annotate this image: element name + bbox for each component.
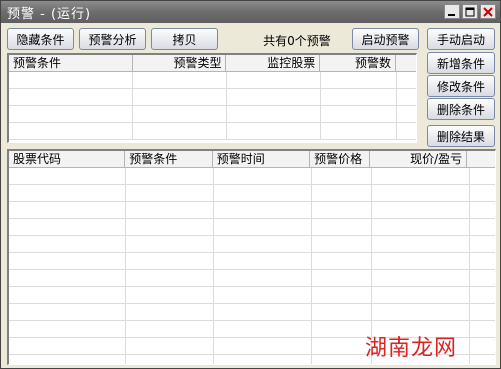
- table-row: [9, 72, 416, 89]
- close-button[interactable]: [480, 4, 496, 19]
- table-row: [9, 106, 416, 123]
- col-filler: [467, 151, 495, 168]
- maximize-icon: [465, 7, 475, 16]
- conditions-table-header: 预警条件 预警类型 监控股票 预警数: [9, 55, 416, 72]
- manual-start-button[interactable]: 手动启动: [427, 28, 495, 50]
- delete-condition-button[interactable]: 删除条件: [427, 98, 495, 120]
- col-alert-price[interactable]: 预警价格: [310, 151, 370, 168]
- col-filler: [396, 55, 416, 72]
- alert-analysis-button[interactable]: 预警分析: [79, 28, 146, 50]
- copy-button[interactable]: 拷贝: [151, 28, 218, 50]
- title-bar[interactable]: 预警 - (运行): [1, 1, 500, 23]
- start-alert-button[interactable]: 启动预警: [352, 28, 419, 50]
- delete-result-button[interactable]: 删除结果: [427, 125, 495, 147]
- minimize-icon: [448, 13, 455, 16]
- table-row: [9, 287, 495, 304]
- close-icon: [483, 6, 493, 17]
- maximize-button[interactable]: [462, 4, 478, 19]
- watermark-logo: 湖南龙网: [365, 336, 458, 361]
- table-row: [9, 202, 495, 219]
- alert-window: 预警 - (运行) 隐藏条件 预警分析 拷贝 共有0个预警 启动预警 手动启动 …: [0, 0, 501, 369]
- col-alert-type[interactable]: 预警类型: [133, 55, 227, 72]
- window-title: 预警 - (运行): [7, 6, 92, 22]
- table-row: [9, 253, 495, 270]
- table-row: [9, 270, 495, 287]
- hide-conditions-button[interactable]: 隐藏条件: [7, 28, 74, 50]
- col-alert-count[interactable]: 预警数: [320, 55, 397, 72]
- col-price-pnl[interactable]: 现价/盈亏: [370, 151, 468, 168]
- col-stock-code[interactable]: 股票代码: [9, 151, 126, 168]
- add-condition-button[interactable]: 新增条件: [427, 52, 495, 74]
- table-row: [9, 219, 495, 236]
- col-alert-condition[interactable]: 预警条件: [9, 55, 133, 72]
- table-row: [9, 89, 416, 106]
- table-row: [9, 304, 495, 321]
- col-alert-time[interactable]: 预警时间: [213, 151, 311, 168]
- col-result-condition[interactable]: 预警条件: [125, 151, 213, 168]
- window-controls: [444, 4, 496, 19]
- col-monitored-stocks[interactable]: 监控股票: [226, 55, 321, 72]
- table-row: [9, 123, 416, 140]
- alert-count-label: 共有0个预警: [263, 34, 331, 48]
- conditions-table[interactable]: 预警条件 预警类型 监控股票 预警数: [7, 53, 417, 143]
- table-row: [9, 185, 495, 202]
- table-row: [9, 236, 495, 253]
- results-table-header: 股票代码 预警条件 预警时间 预警价格 现价/盈亏: [9, 151, 495, 168]
- minimize-button[interactable]: [444, 4, 460, 19]
- table-row: [9, 168, 495, 185]
- modify-condition-button[interactable]: 修改条件: [427, 75, 495, 97]
